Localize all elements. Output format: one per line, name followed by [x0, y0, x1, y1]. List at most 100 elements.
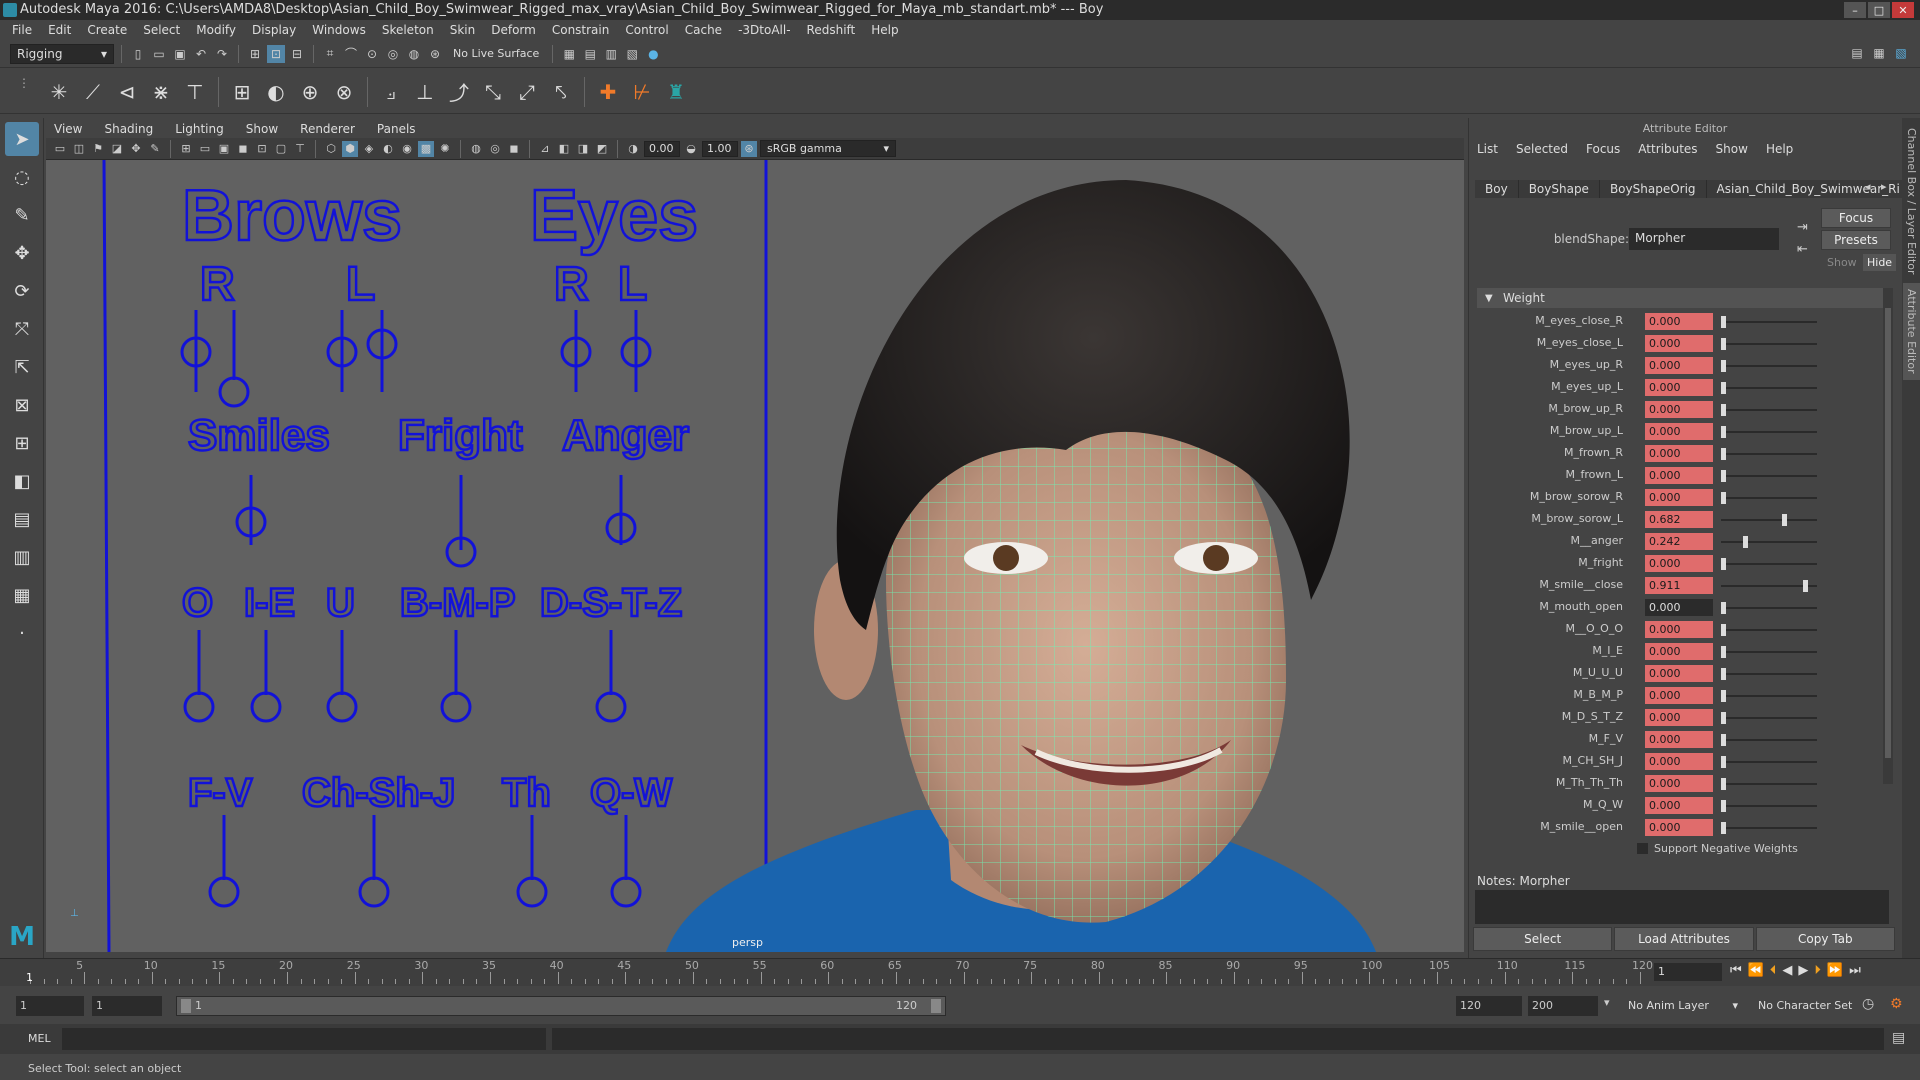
step-back-frame-icon[interactable]: ⏴ [1770, 963, 1777, 978]
attr-value-field[interactable]: 0.000 [1645, 621, 1713, 638]
lattice-icon[interactable]: ⊕ [295, 77, 325, 107]
wireframe-icon[interactable]: ⬡ [323, 141, 339, 157]
gate-mask-icon[interactable]: ◼ [235, 141, 251, 157]
new-scene-icon[interactable]: ▯ [129, 45, 147, 63]
point-constraint-icon[interactable]: ⊥ [410, 77, 440, 107]
bookmark-icon[interactable]: ⚑ [90, 141, 106, 157]
locator-icon[interactable]: ✚ [593, 77, 623, 107]
tab-boyshapeorig[interactable]: BoyShapeOrig [1599, 180, 1707, 198]
end-time-field[interactable]: 200 [1528, 996, 1598, 1016]
viewport-menu-renderer[interactable]: Renderer [300, 122, 355, 136]
play-forwards-icon[interactable]: ▶ [1798, 963, 1808, 978]
attr-value-field[interactable]: 0.000 [1645, 445, 1713, 462]
attr-value-field[interactable]: 0.242 [1645, 533, 1713, 550]
select-tool-icon[interactable]: ➤ [5, 122, 39, 156]
tab-boy[interactable]: Boy [1475, 180, 1519, 198]
tab-scroll-right-icon[interactable]: ▸ [1881, 180, 1887, 193]
attr-scrollbar-thumb[interactable] [1885, 308, 1891, 758]
step-back-key-icon[interactable]: ⏪ [1748, 963, 1764, 978]
play-backwards-icon[interactable]: ◀ [1782, 963, 1792, 978]
2d-pan-icon[interactable]: ✥ [128, 141, 144, 157]
side-tab-channel-box[interactable]: Channel Box / Layer Editor [1905, 128, 1918, 275]
pivot-icon[interactable]: ⊬ [627, 77, 657, 107]
playback-end-field[interactable]: 120 [1456, 996, 1522, 1016]
xray-icon[interactable]: ◧ [556, 141, 572, 157]
mirror-joint-icon[interactable]: ⊲ [112, 77, 142, 107]
menu-modify[interactable]: Modify [196, 23, 236, 37]
modeling-toolkit-icon[interactable]: ▤ [1848, 44, 1866, 62]
collapse-triangle-icon[interactable]: ▼ [1485, 293, 1493, 304]
attr-slider[interactable] [1721, 624, 1817, 636]
chevron-down-icon[interactable]: ▾ [1604, 996, 1610, 1009]
shelf-options-icon[interactable]: ⋮ [18, 76, 30, 90]
anti-alias-icon[interactable]: ◎ [487, 141, 503, 157]
notes-textarea[interactable] [1475, 890, 1889, 924]
menu-select[interactable]: Select [143, 23, 180, 37]
attr-slider[interactable] [1721, 800, 1817, 812]
copy-tab-button[interactable]: Copy Tab [1755, 927, 1895, 951]
ik-handle-icon[interactable]: ⊤ [180, 77, 210, 107]
attr-value-field[interactable]: 0.000 [1645, 555, 1713, 572]
colorspace-dropdown[interactable]: sRGB gamma ▾ [760, 140, 896, 157]
command-input[interactable] [62, 1028, 546, 1050]
attr-slider-handle[interactable] [1721, 470, 1726, 482]
film-gate-icon[interactable]: ▭ [197, 141, 213, 157]
attr-value-field[interactable]: 0.000 [1645, 819, 1713, 836]
menu-skeleton[interactable]: Skeleton [382, 23, 434, 37]
undo-icon[interactable]: ↶ [192, 45, 210, 63]
attr-slider[interactable] [1721, 514, 1817, 526]
menu-create[interactable]: Create [87, 23, 127, 37]
hide-button[interactable]: Hide [1863, 254, 1897, 271]
attr-slider[interactable] [1721, 822, 1817, 834]
select-hierarchy-icon[interactable]: ⊞ [246, 45, 264, 63]
orient-joint-icon[interactable]: ⋇ [146, 77, 176, 107]
attr-slider[interactable] [1721, 536, 1817, 548]
safe-title-icon[interactable]: ⊤ [292, 141, 308, 157]
viewport-panel[interactable]: Brows Eyes R L R L Smiles Fright Anger O… [46, 160, 1464, 952]
snap-curve-icon[interactable]: ⌒ [342, 45, 360, 63]
range-start-handle[interactable] [181, 999, 191, 1013]
menuset-dropdown[interactable]: Rigging ▾ [10, 43, 114, 64]
hypershade-icon[interactable]: ● [644, 45, 662, 63]
attr-slider[interactable] [1721, 492, 1817, 504]
attr-slider-handle[interactable] [1782, 514, 1788, 526]
attr-slider-handle[interactable] [1721, 778, 1726, 790]
aim-constraint-icon[interactable]: ⤢ [512, 77, 542, 107]
lasso-tool-icon[interactable]: ◌ [5, 160, 39, 194]
last-tool-icon[interactable]: ⇱ [5, 350, 39, 384]
render-frame-icon[interactable]: ▤ [581, 45, 599, 63]
go-to-output-icon[interactable]: ⇤ [1797, 242, 1808, 257]
attr-slider-handle[interactable] [1721, 426, 1726, 438]
command-language-label[interactable]: MEL [28, 1032, 51, 1045]
attr-value-field[interactable]: 0.000 [1645, 423, 1713, 440]
menu-skin[interactable]: Skin [450, 23, 476, 37]
attr-slider-handle[interactable] [1721, 734, 1726, 746]
ambient-occlusion-icon[interactable]: ✺ [437, 141, 453, 157]
attr-slider[interactable] [1721, 602, 1817, 614]
menu-deform[interactable]: Deform [491, 23, 536, 37]
ae-menu-list[interactable]: List [1477, 142, 1498, 156]
attr-slider-handle[interactable] [1742, 536, 1748, 548]
attr-slider[interactable] [1721, 404, 1817, 416]
paint-select-icon[interactable]: ✎ [5, 198, 39, 232]
menu-help[interactable]: Help [871, 23, 898, 37]
viewport-menu-panels[interactable]: Panels [377, 122, 416, 136]
attribute-editor-toggle-icon[interactable]: ▧ [1892, 44, 1910, 62]
attr-slider[interactable] [1721, 382, 1817, 394]
grease-pencil-icon[interactable]: ✎ [147, 141, 163, 157]
viewport-menu-view[interactable]: View [54, 122, 82, 136]
wireframe-on-shaded-icon[interactable]: ◈ [361, 141, 377, 157]
viewport-menu-show[interactable]: Show [246, 122, 278, 136]
redo-icon[interactable]: ↷ [213, 45, 231, 63]
support-negative-checkbox[interactable] [1637, 843, 1648, 854]
attr-value-field[interactable]: 0.000 [1645, 709, 1713, 726]
attr-slider[interactable] [1721, 668, 1817, 680]
range-slider[interactable]: 1 120 [176, 996, 946, 1016]
attr-value-field[interactable]: 0.000 [1645, 687, 1713, 704]
select-button[interactable]: Select [1473, 927, 1613, 951]
ae-menu-selected[interactable]: Selected [1516, 142, 1568, 156]
ae-menu-help[interactable]: Help [1766, 142, 1793, 156]
attr-value-field[interactable]: 0.911 [1645, 577, 1713, 594]
xray-joints-icon[interactable]: ◨ [575, 141, 591, 157]
preferences-icon[interactable]: ⚙ [1890, 996, 1903, 1012]
